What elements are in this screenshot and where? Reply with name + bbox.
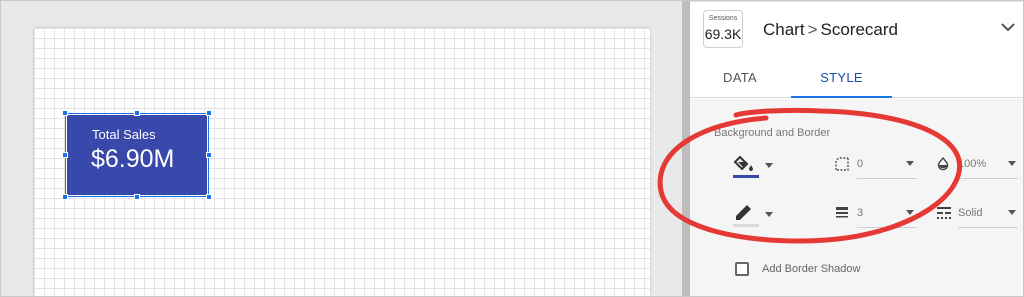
border-style-field[interactable]: Solid bbox=[936, 204, 1022, 228]
border-shadow-label: Add Border Shadow bbox=[762, 263, 861, 275]
field-underline bbox=[857, 227, 917, 228]
dropdown-arrow-icon bbox=[765, 163, 773, 168]
scorecard-value: $6.90M bbox=[91, 145, 175, 173]
background-color-picker[interactable] bbox=[733, 154, 777, 178]
dropdown-arrow-icon bbox=[1008, 210, 1016, 215]
line-style-icon bbox=[937, 207, 951, 219]
resize-handle-top-left[interactable] bbox=[62, 110, 68, 116]
border-radius-field[interactable]: 0 bbox=[835, 155, 919, 179]
border-color-swatch bbox=[733, 224, 759, 227]
field-underline bbox=[958, 178, 1018, 179]
opacity-field[interactable]: 100% bbox=[936, 155, 1022, 179]
properties-panel: Sessions 69.3K Chart > Scorecard DATA STYL… bbox=[690, 2, 1023, 296]
border-color-picker[interactable] bbox=[733, 203, 777, 227]
resize-handle-bottom-left[interactable] bbox=[62, 194, 68, 200]
border-radius-value: 0 bbox=[857, 158, 864, 170]
panel-tabs: DATA STYLE bbox=[690, 60, 1023, 98]
line-weight-icon bbox=[836, 207, 848, 218]
tab-data[interactable]: DATA bbox=[704, 60, 776, 98]
panel-header: Sessions 69.3K Chart > Scorecard bbox=[690, 2, 1023, 57]
resize-handle-bottom[interactable] bbox=[134, 194, 140, 200]
border-shadow-checkbox[interactable] bbox=[735, 262, 749, 276]
pencil-icon bbox=[736, 205, 751, 220]
report-canvas: Total Sales $6.90M bbox=[2, 2, 681, 296]
breadcrumb-current[interactable]: Scorecard bbox=[821, 20, 898, 39]
breadcrumb-separator: > bbox=[807, 20, 818, 39]
breadcrumb: Chart > Scorecard bbox=[763, 20, 898, 40]
app-frame: Total Sales $6.90M Sessions 69.3K Chart >… bbox=[0, 0, 1024, 297]
scorecard-label: Total Sales bbox=[92, 127, 156, 142]
chip-label: Sessions bbox=[708, 15, 738, 22]
border-radius-icon bbox=[835, 157, 849, 171]
fill-color-swatch bbox=[733, 175, 759, 178]
dropdown-arrow-icon bbox=[906, 210, 914, 215]
border-weight-value: 3 bbox=[857, 207, 864, 219]
chevron-down-icon[interactable] bbox=[1000, 19, 1016, 35]
chart-type-chip[interactable]: Sessions 69.3K bbox=[703, 10, 743, 48]
dropdown-arrow-icon bbox=[906, 161, 914, 166]
report-page[interactable]: Total Sales $6.90M bbox=[34, 28, 650, 296]
border-style-value: Solid bbox=[958, 207, 983, 219]
resize-handle-top[interactable] bbox=[134, 110, 140, 116]
scorecard-chart[interactable]: Total Sales $6.90M bbox=[67, 115, 207, 195]
resize-handle-left[interactable] bbox=[62, 152, 68, 158]
paint-bucket-icon bbox=[733, 155, 753, 171]
style-settings: Background and Border 0 100% 3 Solid Add… bbox=[690, 99, 1023, 296]
field-underline bbox=[958, 227, 1018, 228]
field-underline bbox=[857, 178, 917, 179]
resize-handle-top-right[interactable] bbox=[206, 110, 212, 116]
section-title: Background and Border bbox=[714, 127, 831, 139]
resize-handle-right[interactable] bbox=[206, 152, 212, 158]
breadcrumb-parent: Chart bbox=[763, 20, 805, 39]
dropdown-arrow-icon bbox=[1008, 161, 1016, 166]
panel-divider[interactable] bbox=[682, 1, 690, 296]
tab-style[interactable]: STYLE bbox=[791, 60, 892, 98]
dropdown-arrow-icon bbox=[765, 212, 773, 217]
opacity-value: 100% bbox=[958, 158, 987, 170]
chip-value: 69.3K bbox=[704, 26, 742, 42]
resize-handle-bottom-right[interactable] bbox=[206, 194, 212, 200]
opacity-icon bbox=[937, 157, 949, 171]
border-weight-field[interactable]: 3 bbox=[835, 204, 919, 228]
